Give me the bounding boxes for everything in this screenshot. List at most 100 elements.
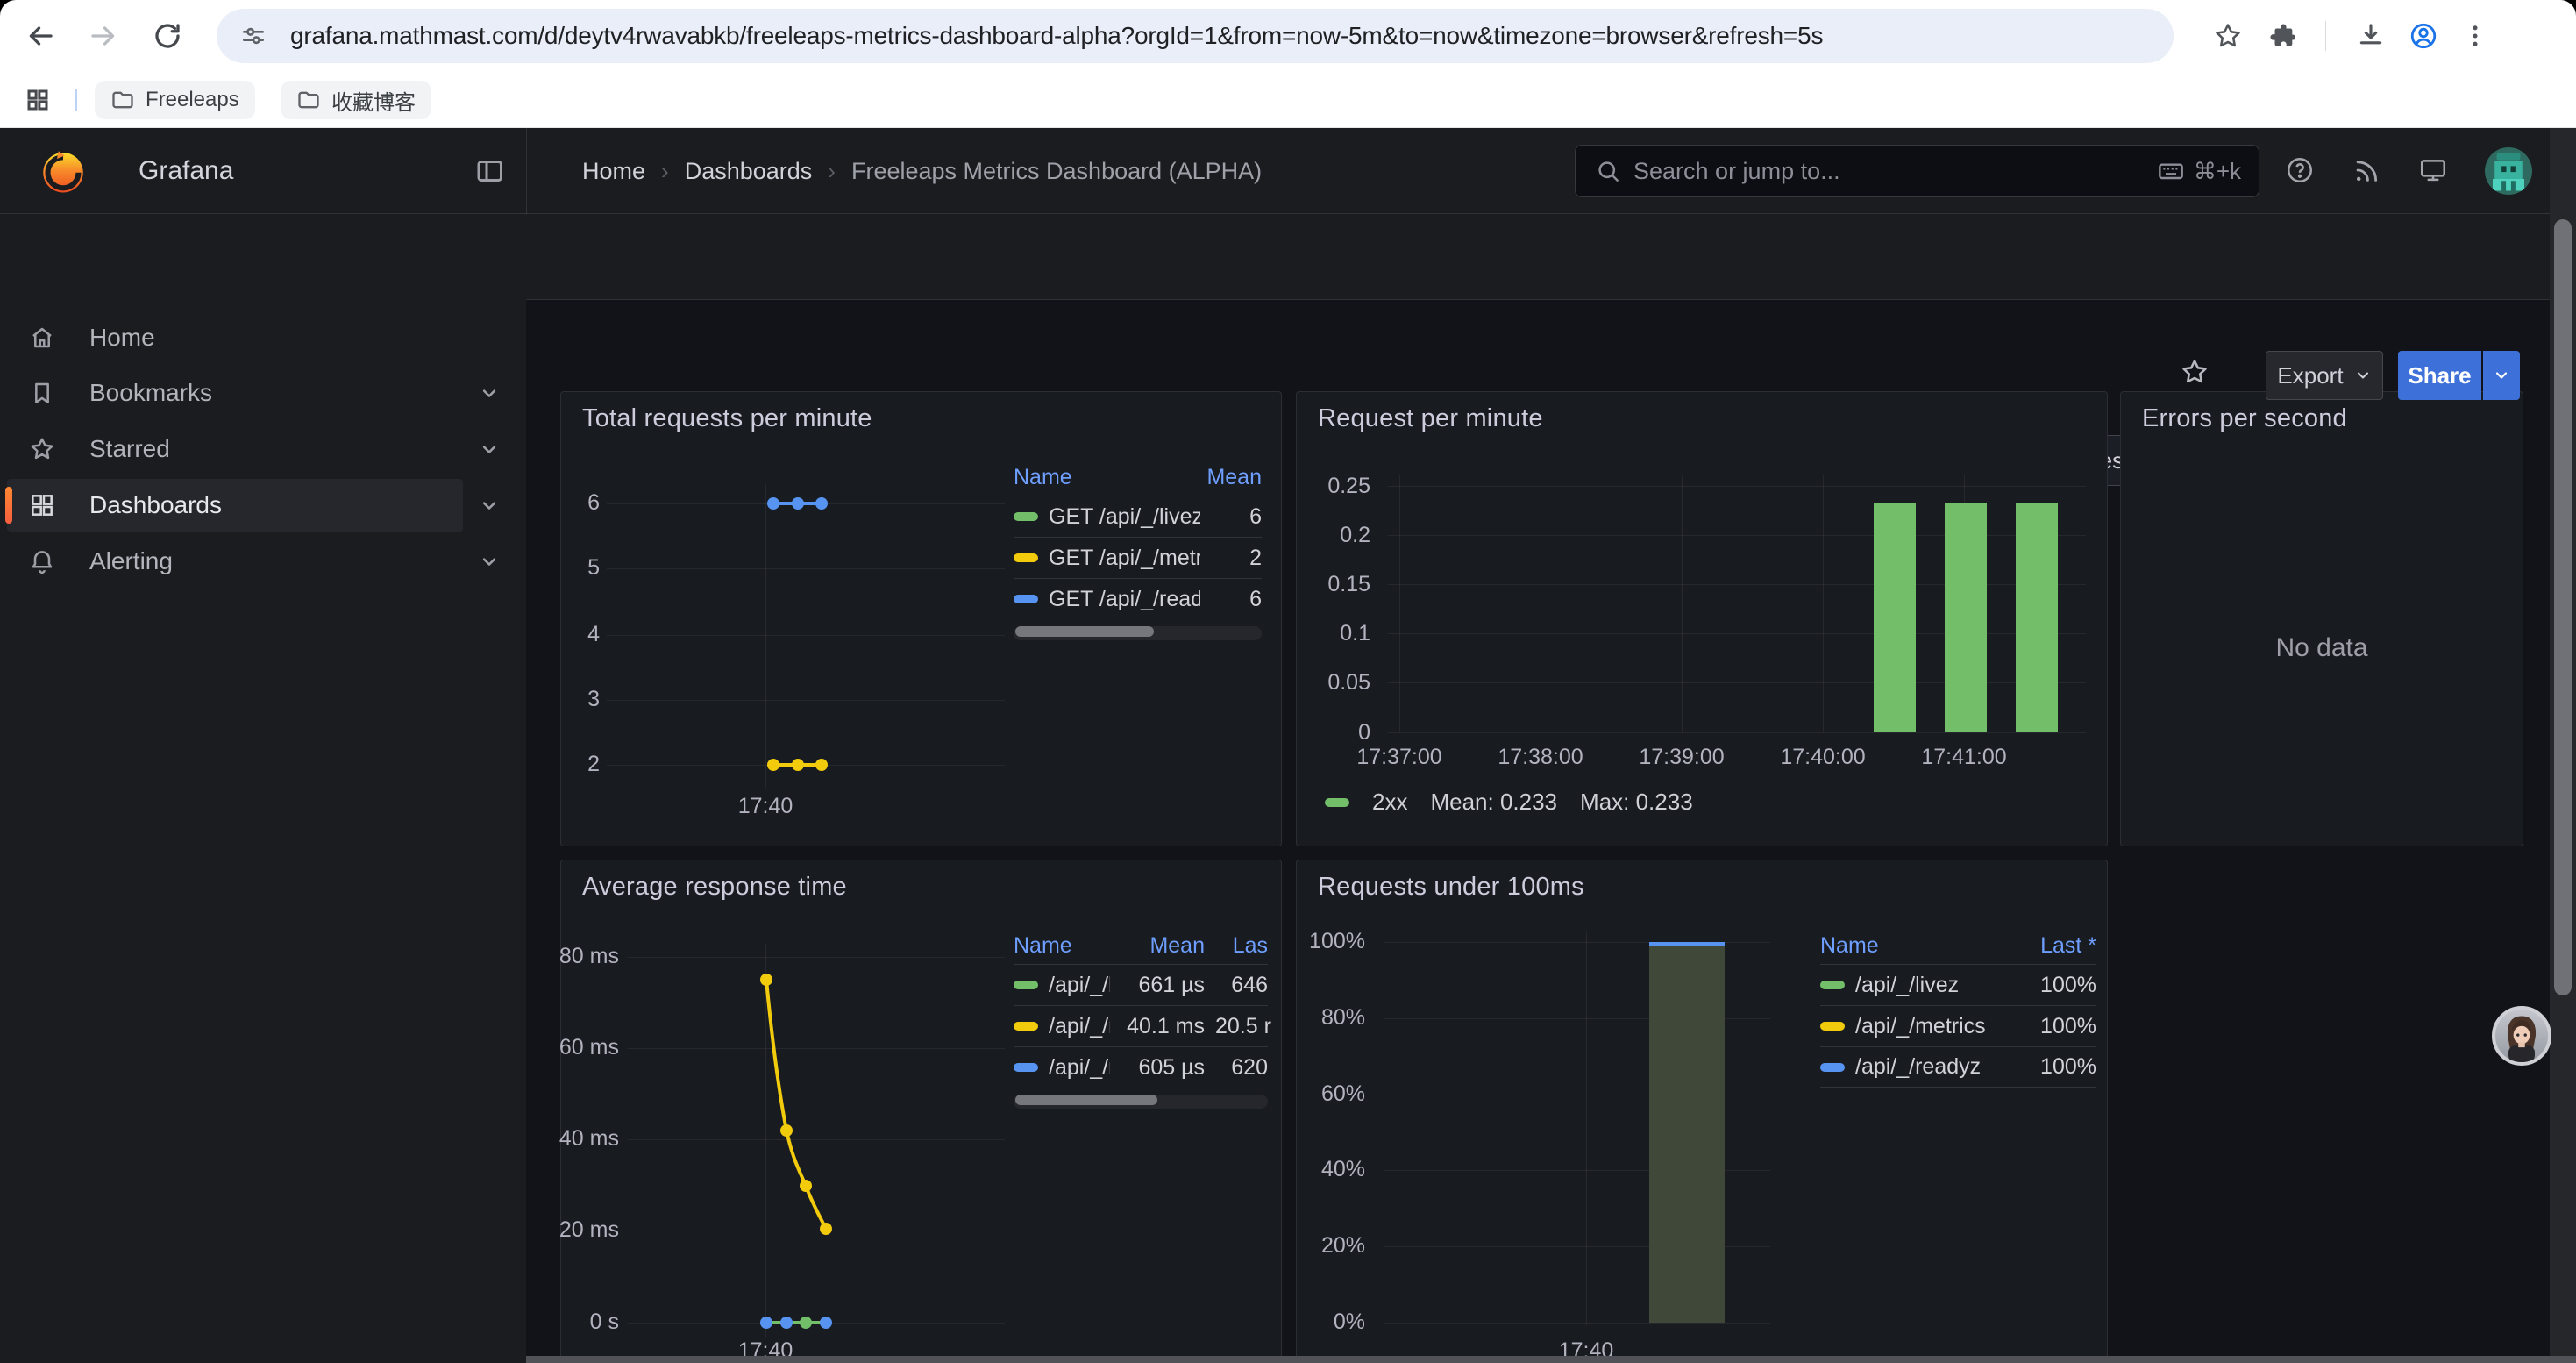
legend-scrollbar[interactable] xyxy=(1014,626,1262,640)
sidebar-item-alerting[interactable]: Alerting xyxy=(7,535,463,588)
series-last: 620 xyxy=(1215,1055,1268,1081)
legend-header-row: Name Last * xyxy=(1820,927,2096,964)
panel-request-per-minute[interactable]: Request per minute 0.25 0.2 0.15 0.1 0.0… xyxy=(1296,391,2108,846)
breadcrumb-home[interactable]: Home xyxy=(582,158,645,185)
share-dropdown-button[interactable] xyxy=(2483,351,2520,400)
series-name: GET /api/_/readyz xyxy=(1049,587,1200,612)
scrollbar-thumb[interactable] xyxy=(1015,1095,1157,1105)
apps-grid-icon[interactable] xyxy=(25,87,51,113)
export-button[interactable]: Export xyxy=(2266,351,2383,400)
grafana-header: Grafana Home › Dashboards › Freeleaps Me… xyxy=(0,128,2576,214)
panel-average-response-time[interactable]: Average response time 80 ms 60 ms 40 ms … xyxy=(560,860,1282,1363)
x-tick: 17:37:00 xyxy=(1329,745,1469,770)
series-swatch-green xyxy=(1014,981,1038,989)
data-point xyxy=(767,759,779,771)
y-tick: 0.25 xyxy=(1309,474,1370,499)
panel-title: Errors per second xyxy=(2142,404,2347,433)
series-last: 646 xyxy=(1215,973,1268,998)
extensions-icon[interactable] xyxy=(2268,21,2298,51)
browser-scrollbar[interactable] xyxy=(2550,128,2576,1363)
back-icon[interactable] xyxy=(25,20,56,52)
share-button[interactable]: Share xyxy=(2398,351,2481,400)
address-bar[interactable]: grafana.mathmast.com/d/deytv4rwavabkb/fr… xyxy=(217,9,2174,63)
legend-row[interactable]: GET /api/_/metrics 2 xyxy=(1014,537,1262,578)
floating-assistant-avatar[interactable] xyxy=(2492,1006,2551,1066)
legend-row[interactable]: /api/_/livez 100% xyxy=(1820,964,2096,1005)
y-tick: 3 xyxy=(538,687,600,712)
legend-header-last[interactable]: Las xyxy=(1205,933,1268,959)
chevron-down-icon[interactable] xyxy=(477,381,502,405)
user-avatar[interactable] xyxy=(2485,147,2532,195)
reload-icon[interactable] xyxy=(152,20,183,52)
dock-menu-icon[interactable] xyxy=(473,155,505,187)
x-gridline xyxy=(1823,475,1824,732)
monitor-icon[interactable] xyxy=(2418,155,2448,185)
y-tick: 5 xyxy=(538,555,600,581)
legend-row[interactable]: /api/_/readyz 100% xyxy=(1820,1046,2096,1088)
legend-row[interactable]: GET /api/_/livez 6 xyxy=(1014,496,1262,537)
legend-row[interactable]: /api/_/livez 661 µs 646 xyxy=(1014,964,1268,1005)
y-gridline xyxy=(607,568,1005,569)
series-last: 100% xyxy=(2017,1014,2096,1039)
breadcrumb-dashboards[interactable]: Dashboards xyxy=(685,158,813,185)
legend-header-last[interactable]: Last * xyxy=(2017,933,2096,959)
help-icon[interactable] xyxy=(2285,155,2315,185)
legend-header-mean[interactable]: Mean xyxy=(1121,933,1205,959)
menu-icon[interactable] xyxy=(2460,21,2490,51)
search-input[interactable]: Search or jump to... ⌘+k xyxy=(1575,145,2259,197)
bookmark-folder-blogs[interactable]: 收藏博客 xyxy=(281,81,431,119)
profile-icon[interactable] xyxy=(2409,21,2438,51)
legend-row[interactable]: /api/_/metrics 40.1 ms 20.5 r xyxy=(1014,1005,1268,1046)
bell-icon xyxy=(28,547,56,575)
dashboards-grid-icon xyxy=(28,491,56,519)
search-icon xyxy=(1595,158,1621,184)
downloads-icon[interactable] xyxy=(2356,21,2386,51)
legend-row[interactable]: GET /api/_/readyz 6 xyxy=(1014,578,1262,619)
legend-row[interactable]: /api/_/metrics 100% xyxy=(1820,1005,2096,1046)
x-gridline xyxy=(1399,475,1400,732)
sidebar-item-bookmarks[interactable]: Bookmarks xyxy=(7,367,463,419)
series-last: 100% xyxy=(2017,973,2096,998)
chevron-down-icon[interactable] xyxy=(477,437,502,461)
sidebar-item-starred[interactable]: Starred xyxy=(7,423,463,475)
site-settings-icon[interactable] xyxy=(239,22,267,50)
legend-row[interactable]: /api/_/readyz 605 µs 620 xyxy=(1014,1046,1268,1088)
legend-header-name[interactable]: Name xyxy=(1014,933,1121,959)
forward-icon[interactable] xyxy=(88,20,119,52)
chevron-down-icon[interactable] xyxy=(477,493,502,517)
panel-errors-per-second[interactable]: Errors per second No data xyxy=(2120,391,2523,846)
legend[interactable]: 2xx Mean: 0.233 Max: 0.233 xyxy=(1325,789,1693,816)
data-point xyxy=(792,497,804,510)
scrollbar-thumb[interactable] xyxy=(1015,626,1154,637)
grafana-logo-icon[interactable] xyxy=(39,146,88,196)
news-rss-icon[interactable] xyxy=(2352,155,2381,185)
sidebar-item-home[interactable]: Home xyxy=(7,311,463,364)
y-tick: 0.05 xyxy=(1309,670,1370,696)
scrollbar-thumb[interactable] xyxy=(2554,219,2572,995)
panel-title: Request per minute xyxy=(1318,404,1543,433)
data-point xyxy=(815,497,828,510)
series-name: /api/_/metrics xyxy=(1855,1014,2007,1039)
search-shortcut: ⌘+k xyxy=(2157,157,2241,185)
bar-2xx xyxy=(1945,503,1987,732)
legend-scrollbar[interactable] xyxy=(1014,1095,1268,1109)
legend-header-name[interactable]: Name xyxy=(1014,465,1200,490)
x-tick: 17:40:00 xyxy=(1753,745,1893,770)
panel-total-requests[interactable]: Total requests per minute 6 5 4 3 2 17:4… xyxy=(560,391,1282,846)
bookmarks-divider xyxy=(75,89,77,111)
legend-header-name[interactable]: Name xyxy=(1820,933,2017,959)
bookmark-star-icon[interactable] xyxy=(2213,21,2243,51)
y-tick: 20% xyxy=(1304,1233,1365,1259)
favorite-star-icon[interactable] xyxy=(2180,357,2210,387)
chevron-down-icon[interactable] xyxy=(477,549,502,574)
sidebar-item-dashboards[interactable]: Dashboards xyxy=(7,479,463,532)
legend-header-mean[interactable]: Mean xyxy=(1200,465,1262,490)
series-swatch-green xyxy=(1325,798,1349,807)
panel-requests-under-100ms[interactable]: Requests under 100ms 100% 80% 60% 40% 20… xyxy=(1296,860,2108,1363)
star-icon xyxy=(28,435,56,463)
legend-table: Name Mean Las /api/_/livez 661 µs 646 /a… xyxy=(1014,927,1268,1109)
series-swatch-blue xyxy=(1820,1063,1845,1072)
series-mean: 6 xyxy=(1211,504,1262,530)
bookmark-folder-freeleaps[interactable]: Freeleaps xyxy=(95,81,255,119)
series-swatch-yellow xyxy=(1820,1022,1845,1031)
